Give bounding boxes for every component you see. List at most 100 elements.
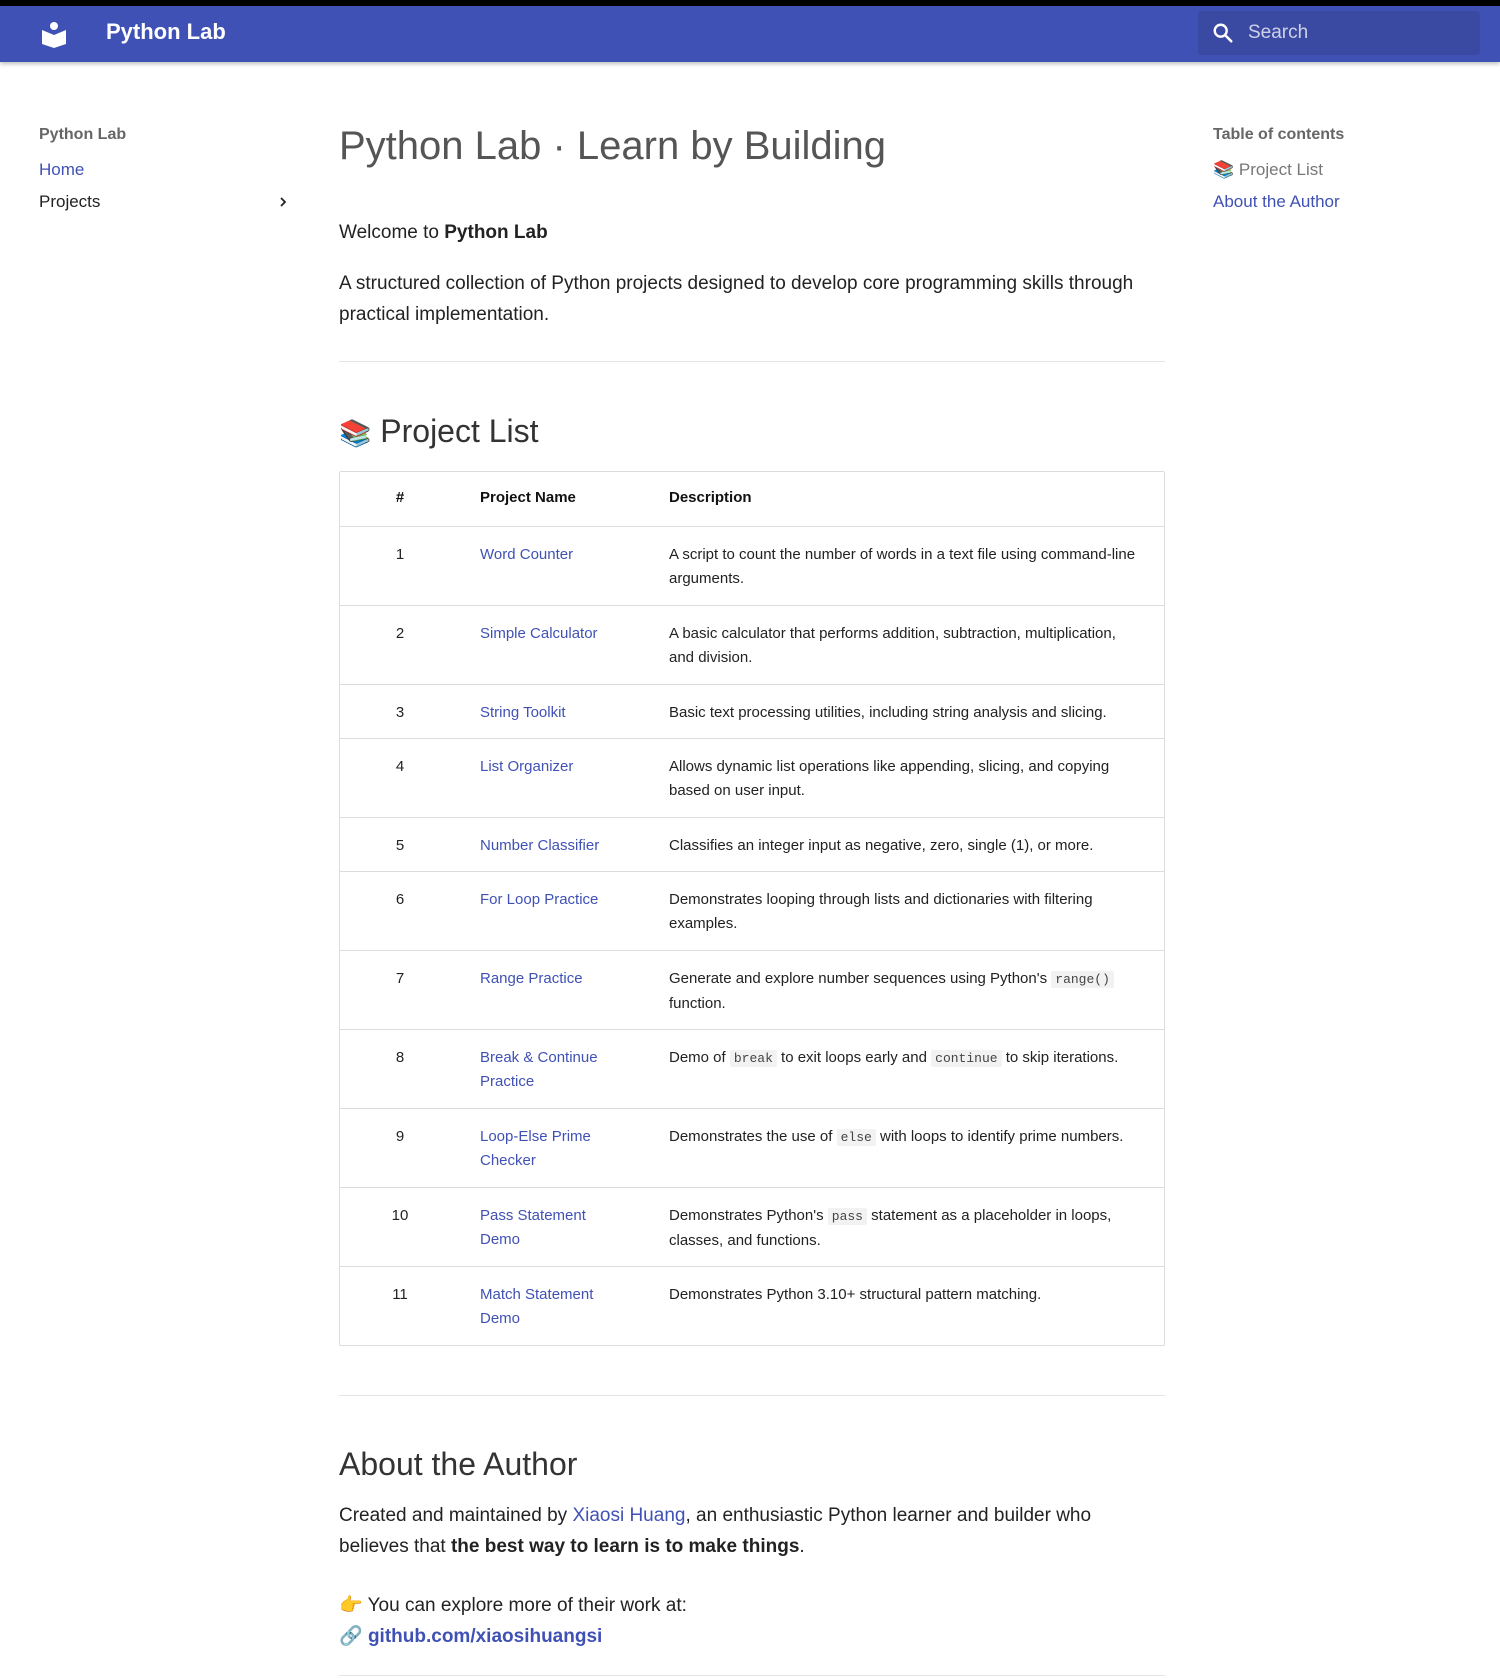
table-row: 10 Pass Statement Demo Demonstrates Python… <box>340 1187 1164 1266</box>
project-description: Demonstrates Python 3.10+ structural pat… <box>669 1283 1144 1307</box>
header-bar: Python Lab <box>0 6 1500 62</box>
project-list-heading-text: Project List <box>380 413 539 449</box>
welcome-prefix: Welcome to <box>339 222 445 243</box>
table-row: 3 String Toolkit Basic text processing uti… <box>340 684 1164 738</box>
project-description: A basic calculator that performs additio… <box>669 622 1144 670</box>
project-table: # Project Name Description 1 Word Counter… <box>339 471 1165 1346</box>
page-title: Python Lab · Learn by Building <box>339 124 887 168</box>
project-link[interactable]: Break & Continue Practice <box>480 1046 630 1094</box>
project-link[interactable]: Loop-Else Prime Checker <box>480 1125 630 1173</box>
project-number: 9 <box>395 1128 405 1145</box>
column-header-description: Description <box>669 489 752 506</box>
sidebar-nav: Python Lab Home Projects <box>39 126 289 218</box>
project-link[interactable]: Pass Statement Demo <box>480 1204 630 1252</box>
table-row: 7 Range Practice Generate and explore numb… <box>340 950 1164 1029</box>
project-number: 7 <box>395 970 405 987</box>
github-link[interactable]: github.com/xiaosihuangsi <box>368 1626 602 1647</box>
explore-paragraph: 👉 You can explore more of their work at:… <box>339 1590 1165 1652</box>
sidebar-title: Python Lab <box>39 126 127 143</box>
description-text: Demonstrates the use of <box>669 1128 837 1145</box>
project-link[interactable]: String Toolkit <box>480 701 630 725</box>
search-icon <box>1213 23 1233 43</box>
divider <box>339 361 1165 362</box>
description-text: A script to count the number of words in… <box>669 546 1136 587</box>
table-of-contents: Table of contents 📚 Project List About t… <box>1213 126 1473 218</box>
project-number: 3 <box>395 704 405 721</box>
project-link[interactable]: Match Statement Demo <box>480 1283 630 1331</box>
sidebar-item-projects[interactable]: Projects <box>39 186 289 218</box>
description-text: A basic calculator that performs additio… <box>669 625 1116 666</box>
project-number: 4 <box>395 758 405 775</box>
project-number: 6 <box>395 891 405 908</box>
table-row: 8 Break & Continue Practice Demo of break … <box>340 1029 1164 1108</box>
welcome-text: Welcome to Python Lab <box>339 222 548 244</box>
project-description: Classifies an integer input as negative,… <box>669 834 1144 858</box>
description-text: Allows dynamic list operations like appe… <box>669 758 1110 799</box>
inline-code: continue <box>931 1050 1002 1067</box>
sidebar-item-label: Projects <box>39 192 101 211</box>
project-link[interactable]: For Loop Practice <box>480 888 630 912</box>
pointing-hand-emoji-icon: 👉 <box>339 1595 363 1616</box>
site-title[interactable]: Python Lab <box>106 19 226 45</box>
table-header-row: # Project Name Description <box>340 472 1164 526</box>
book-reader-icon[interactable] <box>40 20 68 48</box>
toc-item-project-list[interactable]: 📚 Project List <box>1213 154 1473 186</box>
project-link[interactable]: Simple Calculator <box>480 622 630 646</box>
search-input[interactable] <box>1248 11 1468 55</box>
description-text: Demonstrates Python 3.10+ structural pat… <box>669 1286 1042 1303</box>
description-text: function. <box>669 995 726 1012</box>
table-row: 2 Simple Calculator A basic calculator tha… <box>340 605 1164 684</box>
search-box[interactable] <box>1198 11 1480 55</box>
project-description: Demonstrates looping through lists and d… <box>669 888 1144 936</box>
author-link[interactable]: Xiaosi Huang <box>572 1505 685 1526</box>
description-text: Generate and explore number sequences us… <box>669 970 1052 987</box>
project-description: A script to count the number of words in… <box>669 543 1144 591</box>
project-number: 11 <box>392 1286 408 1303</box>
project-description: Demonstrates Python's pass statement as … <box>669 1204 1144 1253</box>
table-row: 5 Number Classifier Classifies an integer … <box>340 817 1164 871</box>
project-number: 10 <box>391 1207 409 1224</box>
project-number: 2 <box>395 625 405 642</box>
table-row: 11 Match Statement Demo Demonstrates Pytho… <box>340 1266 1164 1345</box>
books-emoji-icon: 📚 <box>1213 160 1235 179</box>
divider <box>339 1675 1165 1676</box>
project-link[interactable]: Word Counter <box>480 543 630 567</box>
project-description: Generate and explore number sequences us… <box>669 967 1144 1016</box>
sidebar-item-home[interactable]: Home <box>39 154 289 186</box>
chevron-right-icon <box>280 197 287 207</box>
project-link[interactable]: Range Practice <box>480 967 630 991</box>
inline-code: range() <box>1051 971 1114 988</box>
project-link[interactable]: Number Classifier <box>480 834 630 858</box>
description-text: Classifies an integer input as negative,… <box>669 837 1094 854</box>
author-bold: the best way to learn is to make things <box>450 1536 800 1557</box>
description-text: to exit loops early and <box>776 1049 932 1066</box>
inline-code: break <box>729 1050 777 1067</box>
inline-code: else <box>836 1129 876 1146</box>
description-text: with loops to identify prime numbers. <box>875 1128 1124 1145</box>
project-number: 8 <box>395 1049 405 1066</box>
author-prefix: Created and maintained by <box>339 1505 573 1526</box>
project-description: Basic text processing utilities, includi… <box>669 701 1144 725</box>
description-text: to skip iterations. <box>1001 1049 1119 1066</box>
main-content: Python Lab · Learn by Building Welcome t… <box>339 120 1165 1676</box>
toc-title: Table of contents <box>1213 126 1345 143</box>
books-emoji-icon: 📚 <box>339 418 372 448</box>
link-emoji-icon: 🔗 <box>339 1626 363 1647</box>
project-number: 5 <box>395 837 405 854</box>
table-row: 1 Word Counter A script to count the numbe… <box>340 526 1164 605</box>
table-row: 6 For Loop Practice Demonstrates looping t… <box>340 871 1164 950</box>
description-text: Demonstrates looping through lists and d… <box>669 891 1093 932</box>
toc-item-label: Project List <box>1238 160 1323 179</box>
explore-text: You can explore more of their work at: <box>367 1595 687 1616</box>
column-header-project-name: Project Name <box>480 489 576 506</box>
author-suffix: . <box>799 1536 805 1557</box>
table-row: 4 List Organizer Allows dynamic list opera… <box>340 738 1164 817</box>
project-link[interactable]: List Organizer <box>480 755 630 779</box>
project-list-heading: 📚 Project List <box>339 411 539 453</box>
table-row: 9 Loop-Else Prime Checker Demonstrates the… <box>340 1108 1164 1187</box>
author-paragraph: Created and maintained by Xiaosi Huang, … <box>339 1500 1165 1562</box>
welcome-bold: Python Lab <box>444 222 548 243</box>
toc-item-about-author[interactable]: About the Author <box>1213 186 1473 218</box>
description-text: Demonstrates Python's <box>669 1207 828 1224</box>
divider <box>339 1395 1165 1396</box>
